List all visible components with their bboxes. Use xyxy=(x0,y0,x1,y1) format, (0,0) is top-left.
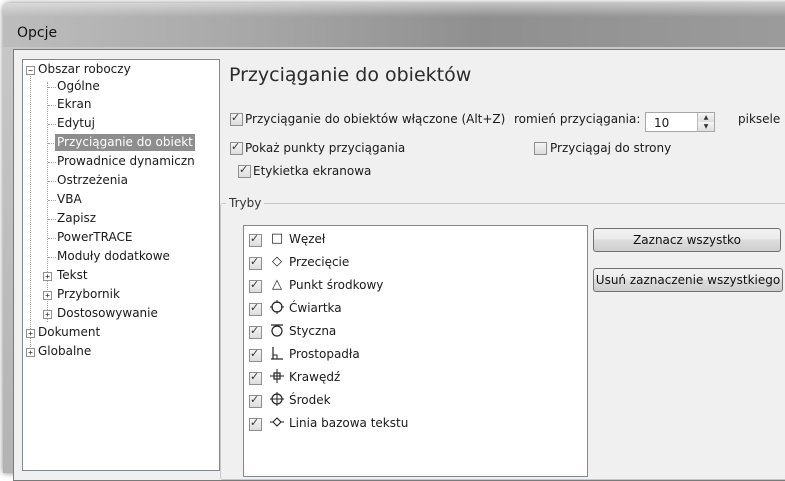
mode-checkbox[interactable] xyxy=(249,301,262,316)
expand-toggle-przybornik[interactable]: + xyxy=(43,291,52,300)
list-item[interactable]: Ćwiartka xyxy=(249,298,579,320)
expand-toggle-tekst[interactable]: + xyxy=(43,272,52,281)
expand-toggle-dostosowywanie[interactable]: + xyxy=(43,310,52,319)
mode-checkbox[interactable] xyxy=(249,416,262,431)
baseline-icon xyxy=(269,415,285,431)
spin-up-icon[interactable]: ▲ xyxy=(697,113,714,122)
snap-radius-value: 10 xyxy=(654,116,670,130)
tree-item-zapisz[interactable]: Zapisz xyxy=(57,210,96,227)
mode-checkbox[interactable] xyxy=(249,393,262,408)
tree-item-moduly[interactable]: Moduły dodatkowe xyxy=(57,248,170,265)
tree-item-ekran[interactable]: Ekran xyxy=(57,96,91,113)
list-item[interactable]: Środek xyxy=(249,390,579,412)
show-points-label: Pokaż punkty przyciągania xyxy=(245,141,406,155)
tangent-icon xyxy=(269,323,285,339)
window-title: Opcje xyxy=(17,25,58,41)
tree-item-tekst[interactable]: Tekst xyxy=(57,267,88,284)
snap-enabled-label: Przyciąganie do obiektów włączone (Alt+Z… xyxy=(245,112,506,126)
square-icon: □ xyxy=(270,231,284,246)
list-item[interactable]: ◇ Przecięcie xyxy=(249,252,579,274)
expand-toggle-dokument[interactable]: + xyxy=(26,329,35,338)
list-item[interactable]: △ Punkt środkowy xyxy=(249,275,579,297)
tree-item-ogolne[interactable]: Ogólne xyxy=(57,78,100,95)
snap-radius-input[interactable]: 10 ▲ ▼ xyxy=(645,112,715,132)
tree-item-dostosowywanie[interactable]: Dostosowywanie xyxy=(57,305,158,322)
tree-item-obszar-roboczy[interactable]: Obszar roboczy xyxy=(38,61,131,78)
show-points-checkbox[interactable] xyxy=(230,140,243,155)
snap-radius-unit: piksele xyxy=(738,112,781,126)
list-item[interactable]: Prostopadła xyxy=(249,344,579,366)
screen-tip-checkbox[interactable] xyxy=(238,163,251,178)
tree-item-prowadnice[interactable]: Prowadnice dynamiczn xyxy=(57,153,195,170)
mode-checkbox[interactable] xyxy=(249,255,262,270)
list-item[interactable]: Linia bazowa tekstu xyxy=(249,413,579,435)
select-all-button[interactable]: Zaznacz wszystko xyxy=(593,228,781,252)
list-item[interactable]: Krawędź xyxy=(249,367,579,389)
diamond-icon: ◇ xyxy=(272,254,282,269)
triangle-icon: △ xyxy=(272,277,282,292)
title-bar[interactable]: Opcje xyxy=(3,3,785,47)
list-item[interactable]: Styczna xyxy=(249,321,579,343)
quadrant-icon xyxy=(269,300,285,316)
spin-down-icon[interactable]: ▼ xyxy=(697,122,714,131)
tree-item-globalne[interactable]: Globalne xyxy=(38,343,91,360)
tree-item-przyciaganie[interactable]: Przyciąganie do obiekt xyxy=(55,134,195,151)
modes-group-title: Tryby xyxy=(226,196,265,210)
snap-radius-label: romień przyciągania: xyxy=(514,112,641,126)
snap-modes-list[interactable]: □ Węzeł ◇ Przecięcie △ Punkt środkowy Ćw… xyxy=(243,225,588,477)
mode-checkbox[interactable] xyxy=(249,347,262,362)
mode-checkbox[interactable] xyxy=(249,324,262,339)
mode-checkbox[interactable] xyxy=(249,278,262,293)
expand-toggle-globalne[interactable]: + xyxy=(26,348,35,357)
snap-to-page-label: Przyciągaj do strony xyxy=(550,141,672,155)
snap-enabled-checkbox[interactable] xyxy=(230,111,243,126)
deselect-all-button[interactable]: Usuń zaznaczenie wszystkiego xyxy=(593,268,783,292)
tree-item-vba[interactable]: VBA xyxy=(57,191,82,208)
tree-item-dokument[interactable]: Dokument xyxy=(38,324,100,341)
edge-icon xyxy=(269,369,285,385)
center-icon xyxy=(269,392,285,408)
tree-item-ostrzezenia[interactable]: Ostrzeżenia xyxy=(57,172,128,189)
screen-tip-label: Etykietka ekranowa xyxy=(253,164,372,178)
mode-checkbox[interactable] xyxy=(249,370,262,385)
tree-item-edytuj[interactable]: Edytuj xyxy=(57,115,95,132)
snap-to-page-checkbox[interactable] xyxy=(534,142,547,155)
perpendicular-icon xyxy=(269,346,285,362)
expand-toggle-obszar[interactable]: − xyxy=(26,66,35,75)
tree-item-powertrace[interactable]: PowerTRACE xyxy=(57,229,132,246)
tree-item-przybornik[interactable]: Przybornik xyxy=(57,286,120,303)
list-item[interactable]: □ Węzeł xyxy=(249,229,579,251)
page-title: Przyciąganie do obiektów xyxy=(229,64,472,86)
options-tree[interactable]: − Obszar roboczy Ogólne Ekran Edytuj Prz… xyxy=(22,59,220,471)
mode-checkbox[interactable] xyxy=(249,232,262,247)
